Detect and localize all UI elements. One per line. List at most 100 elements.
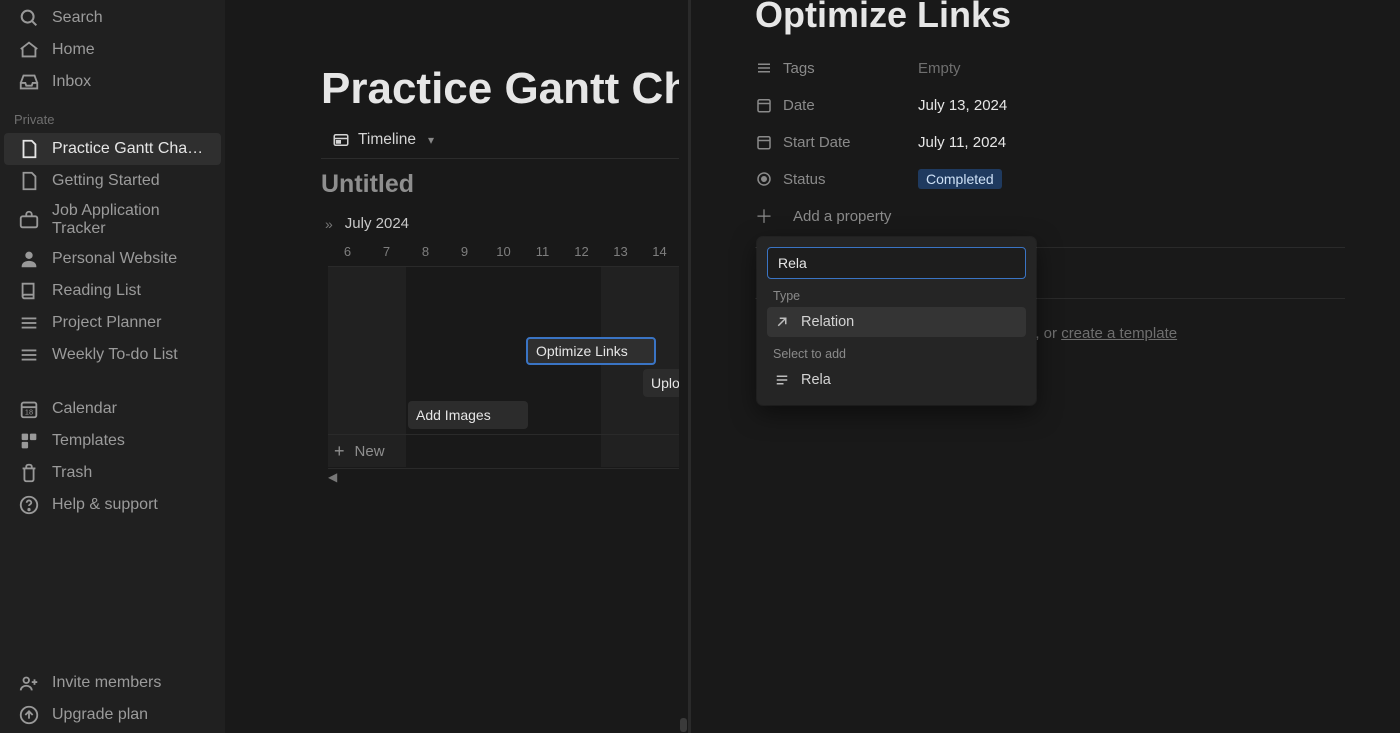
sidebar-page-project-planner[interactable]: Project Planner: [4, 307, 221, 339]
templates-icon: [18, 430, 40, 452]
property-row-status[interactable]: Status Completed: [755, 163, 1002, 195]
sidebar-page-gantt[interactable]: Practice Gantt Chart on N...: [4, 133, 221, 165]
timeline-days-header: 6 7 8 9 10 11 12 13 14: [328, 244, 679, 266]
status-icon: [755, 170, 783, 188]
add-property-button[interactable]: ＋ Add a property: [755, 200, 891, 232]
popup-section-type: Type: [767, 279, 1026, 307]
new-row-button[interactable]: + New: [328, 434, 691, 469]
day-header: 11: [523, 244, 562, 266]
page-label: Weekly To-do List: [52, 346, 178, 364]
help-button[interactable]: Help & support: [4, 489, 221, 521]
page-label: Project Planner: [52, 314, 161, 332]
relation-icon: [773, 313, 791, 331]
page-icon: [18, 170, 40, 192]
timeline-horizontal-scrollbar[interactable]: ◀: [328, 472, 691, 484]
plus-icon: ＋: [755, 203, 783, 229]
task-label: Add Images: [416, 407, 491, 423]
status-badge[interactable]: Completed: [918, 169, 1002, 189]
popup-option-relation[interactable]: Relation: [767, 307, 1026, 337]
option-label: Relation: [801, 314, 854, 330]
invite-icon: [18, 672, 40, 694]
home-button[interactable]: Home: [4, 34, 221, 66]
main-vertical-scrollbar[interactable]: [679, 0, 688, 733]
scroll-left-arrow[interactable]: ◀: [328, 470, 337, 484]
upgrade-plan-button[interactable]: Upgrade plan: [4, 699, 221, 731]
invite-members-button[interactable]: Invite members: [4, 667, 221, 699]
nav-label: Home: [52, 41, 95, 59]
sidebar: Search Home Inbox Private Practice Gantt…: [0, 0, 225, 733]
property-value[interactable]: July 11, 2024: [918, 134, 1006, 151]
database-title[interactable]: Untitled: [321, 170, 414, 199]
tab-underline: [321, 158, 691, 159]
day-header: 10: [484, 244, 523, 266]
timeline-view-tab[interactable]: Timeline ▾: [332, 131, 434, 149]
chevron-right-icon: »: [325, 216, 333, 232]
property-row-date[interactable]: Date July 13, 2024: [755, 89, 1007, 121]
property-row-start-date[interactable]: Start Date July 11, 2024: [755, 126, 1006, 158]
tool-label: Calendar: [52, 400, 117, 418]
property-value[interactable]: Empty: [918, 60, 961, 77]
chevron-down-icon: ▾: [428, 133, 434, 147]
day-header: 6: [328, 244, 367, 266]
view-label: Timeline: [358, 131, 416, 149]
svg-text:18: 18: [25, 408, 33, 417]
panel-title[interactable]: Optimize Links: [755, 0, 1011, 36]
sidebar-page-weekly-todo[interactable]: Weekly To-do List: [4, 339, 221, 371]
create-template-link[interactable]: create a template: [1061, 325, 1177, 342]
text-icon: [773, 371, 791, 389]
templates-button[interactable]: Templates: [4, 425, 221, 457]
day-header: 13: [601, 244, 640, 266]
month-navigator[interactable]: » July 2024: [325, 215, 409, 232]
template-hint: e, or create a template: [1027, 325, 1177, 342]
popup-option-rela[interactable]: Rela: [767, 365, 1026, 395]
person-icon: [18, 248, 40, 270]
plus-icon: +: [334, 441, 345, 462]
calendar-button[interactable]: 18 Calendar: [4, 393, 221, 425]
property-label: Date: [783, 97, 918, 114]
day-header: 12: [562, 244, 601, 266]
page-label: Getting Started: [52, 172, 160, 190]
calendar-icon: 18: [18, 398, 40, 420]
task-bar-optimize-links[interactable]: Optimize Links: [526, 337, 656, 365]
page-label: Job Application Tracker: [52, 202, 207, 238]
tool-label: Trash: [52, 464, 92, 482]
page-label: Practice Gantt Chart on N...: [52, 140, 207, 158]
sidebar-page-getting-started[interactable]: Getting Started: [4, 165, 221, 197]
page-icon: [18, 138, 40, 160]
search-icon: [18, 7, 40, 29]
upgrade-icon: [18, 704, 40, 726]
search-button[interactable]: Search: [4, 2, 221, 34]
inbox-icon: [18, 71, 40, 93]
sidebar-page-reading-list[interactable]: Reading List: [4, 275, 221, 307]
property-value[interactable]: July 13, 2024: [918, 97, 1007, 114]
trash-icon: [18, 462, 40, 484]
footer-label: Invite members: [52, 674, 161, 692]
tool-label: Help & support: [52, 496, 158, 514]
add-property-label: Add a property: [793, 208, 891, 225]
main-content: Practice Gantt Char Timeline ▾ Untitled …: [225, 0, 691, 733]
timeline-icon: [332, 131, 350, 149]
property-search-input[interactable]: [767, 247, 1026, 279]
month-label: July 2024: [345, 215, 409, 232]
property-row-tags[interactable]: Tags Empty: [755, 52, 961, 84]
day-header: 14: [640, 244, 679, 266]
option-label: Rela: [801, 372, 831, 388]
home-icon: [18, 39, 40, 61]
nav-label: Inbox: [52, 73, 91, 91]
inbox-button[interactable]: Inbox: [4, 66, 221, 98]
help-icon: [18, 494, 40, 516]
sidebar-page-personal-website[interactable]: Personal Website: [4, 243, 221, 275]
new-label: New: [355, 443, 385, 460]
sidebar-page-job-tracker[interactable]: Job Application Tracker: [4, 197, 221, 243]
day-header: 7: [367, 244, 406, 266]
property-search-popup: Type Relation Select to add Rela: [757, 237, 1036, 405]
property-label: Tags: [783, 60, 918, 77]
day-header: 8: [406, 244, 445, 266]
nav-label: Search: [52, 9, 103, 27]
tool-label: Templates: [52, 432, 125, 450]
task-bar-add-images[interactable]: Add Images: [408, 401, 528, 429]
day-header: 9: [445, 244, 484, 266]
trash-button[interactable]: Trash: [4, 457, 221, 489]
private-section-label: Private: [0, 98, 225, 133]
page-label: Personal Website: [52, 250, 177, 268]
